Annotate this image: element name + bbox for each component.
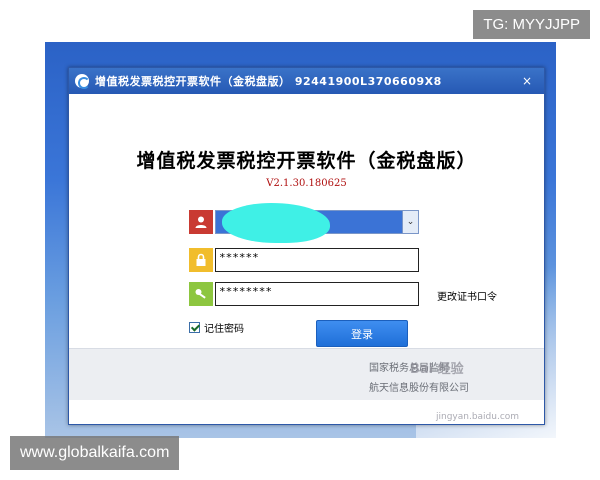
- cert-password-input[interactable]: ********: [215, 282, 419, 306]
- version-label: V2.1.30.180625: [266, 178, 347, 189]
- key-icon: [189, 282, 213, 306]
- login-body: 增值税发票税控开票软件（金税盘版） V2.1.30.180625 ⌄ *****…: [69, 94, 544, 400]
- password-input[interactable]: ******: [215, 248, 419, 272]
- password-row: ******: [189, 248, 419, 272]
- remember-label: 记住密码: [204, 324, 244, 335]
- app-title: 增值税发票税控开票软件（金税盘版）: [136, 150, 477, 172]
- app-logo-icon: [75, 74, 90, 89]
- user-icon: [189, 210, 213, 234]
- window-title: 增值税发票税控开票软件（金税盘版） 92441900L3706609X8: [95, 75, 442, 88]
- baidu-watermark-url: jingyan.baidu.com: [436, 412, 520, 422]
- cert-password-row: ********: [189, 282, 419, 306]
- tg-overlay: TG: MYYJJPP: [473, 10, 590, 39]
- remember-password[interactable]: 记住密码: [189, 320, 244, 335]
- redaction-mark: [222, 203, 330, 243]
- title-bar[interactable]: 增值税发票税控开票软件（金税盘版） 92441900L3706609X8 ×: [69, 68, 544, 94]
- lock-icon: [189, 248, 213, 272]
- site-overlay: www.globalkaifa.com: [10, 436, 180, 470]
- user-row: ⌄: [189, 203, 419, 243]
- footer-company: 航天信息股份有限公司: [369, 383, 469, 394]
- footer: 国家税务总局监制 航天信息股份有限公司: [69, 348, 544, 400]
- user-select[interactable]: ⌄: [215, 203, 419, 243]
- chevron-down-icon[interactable]: ⌄: [402, 211, 418, 233]
- remember-checkbox[interactable]: [189, 322, 200, 333]
- login-window: 增值税发票税控开票软件（金税盘版） 92441900L3706609X8 × 增…: [68, 67, 545, 425]
- close-button[interactable]: ×: [516, 72, 538, 90]
- baidu-watermark: Bai 经验: [410, 362, 464, 377]
- login-button[interactable]: 登录: [316, 320, 408, 347]
- change-cert-password-link[interactable]: 更改证书口令: [437, 288, 497, 303]
